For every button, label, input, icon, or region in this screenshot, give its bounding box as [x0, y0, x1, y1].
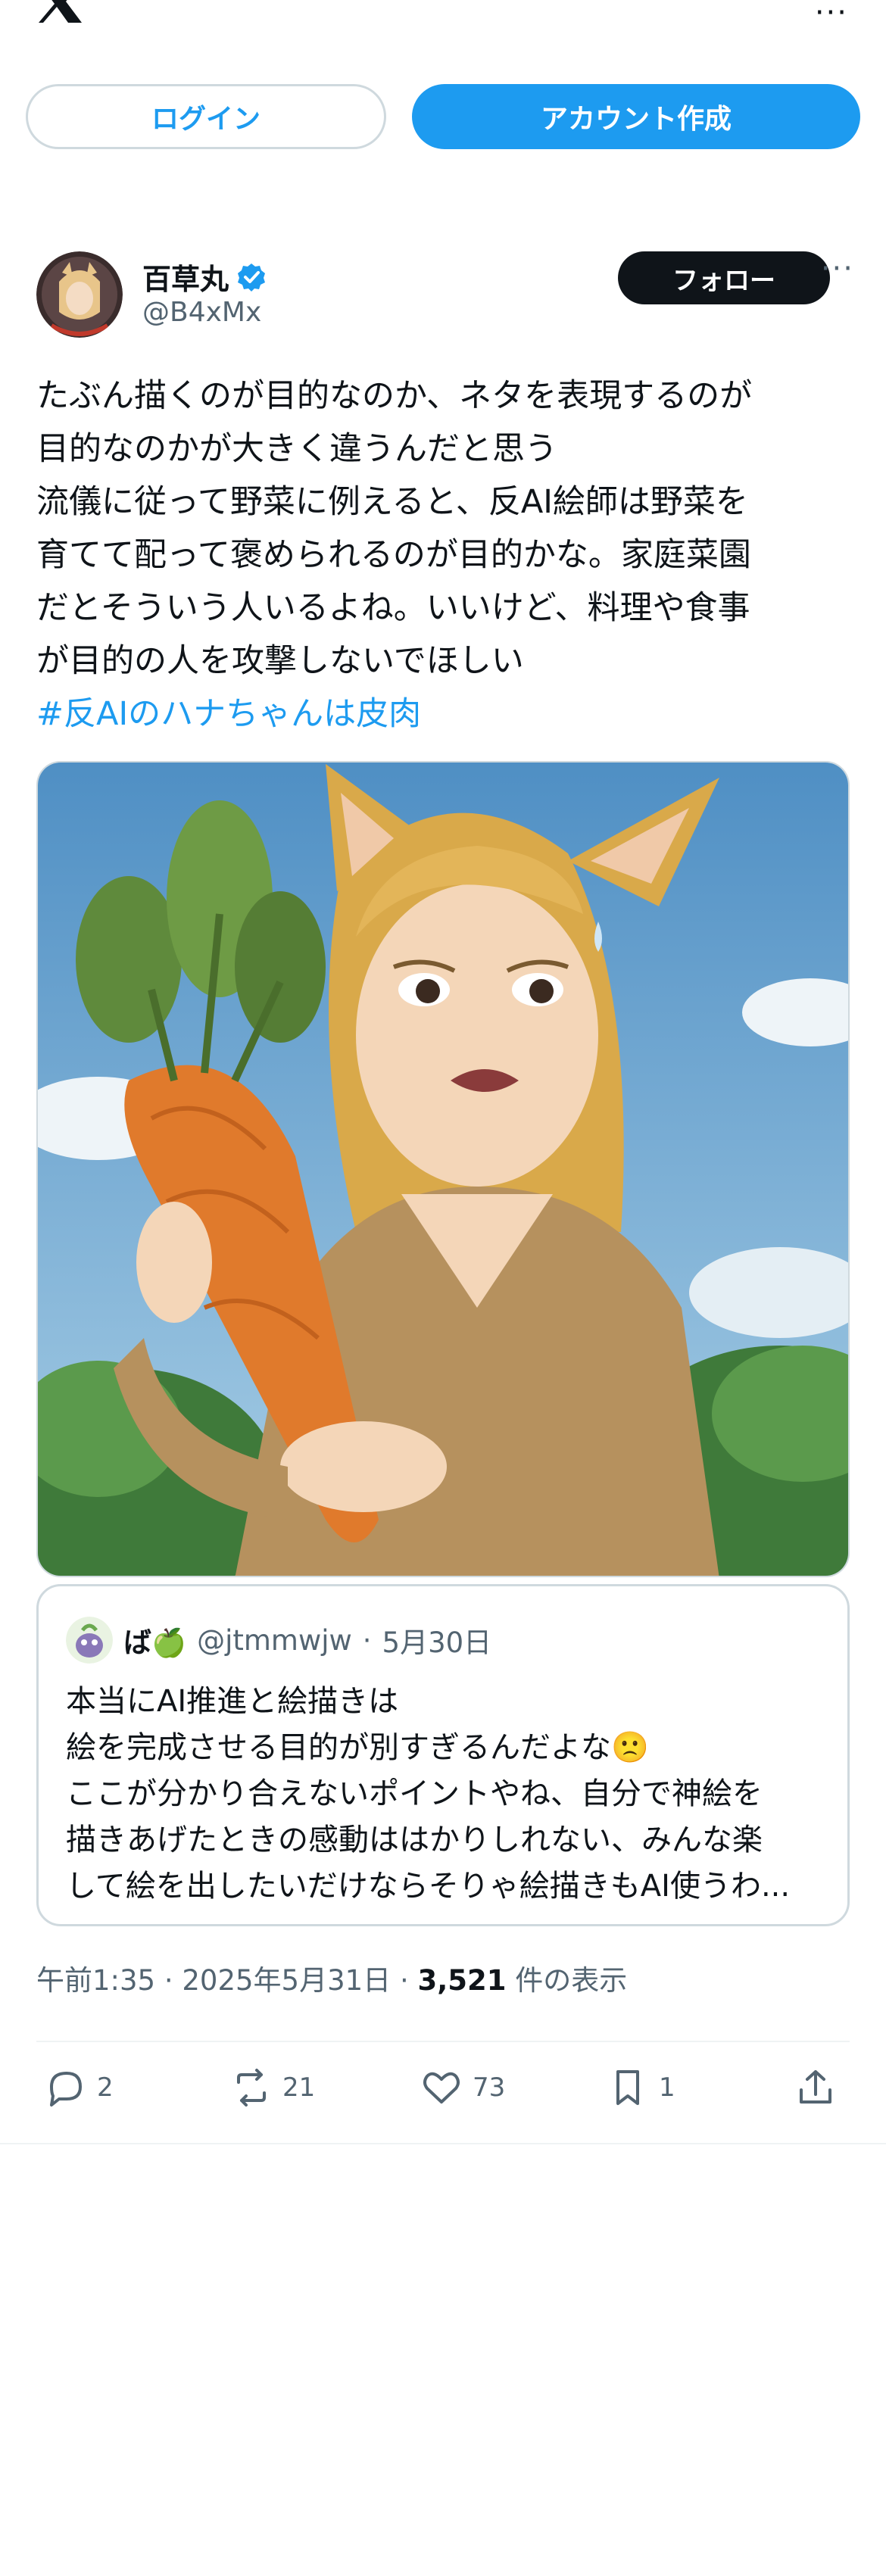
divider [0, 2143, 886, 2144]
heart-icon [423, 2072, 460, 2104]
quoted-tweet[interactable]: ば🍏 @jtmmwjw · 5月30日 本当にAI推進と絵描きは 絵を完成させる… [36, 1584, 850, 1926]
hashtag-link[interactable]: #反AIのハナちゃんは皮肉 [36, 688, 854, 741]
reply-icon [50, 2072, 82, 2107]
share-button[interactable] [794, 2066, 838, 2110]
like-button[interactable]: 73 [420, 2066, 505, 2110]
avatar[interactable] [36, 251, 123, 338]
tweet-line: 目的なのかが大きく違うんだと思う [36, 430, 557, 468]
views-count: 3,521 [417, 1964, 507, 1997]
tweet-line: 流儀に従って野菜に例えると、反AI絵師は野菜を [36, 483, 748, 521]
signup-button[interactable]: アカウント作成 [412, 84, 860, 149]
meta-dot: · [399, 1964, 409, 1997]
post-more-icon[interactable]: ··· [821, 251, 854, 286]
quoted-avatar[interactable] [66, 1617, 113, 1664]
tweet-text: たぶん描くのが目的なのか、ネタを表現するのが 目的なのかが大きく違うんだと思う … [36, 370, 854, 741]
bookmark-count: 1 [659, 2072, 675, 2103]
tweet-line: たぶん描くのが目的なのか、ネタを表現するのが [36, 377, 753, 415]
quoted-handle[interactable]: @jtmmwjw [197, 1624, 352, 1657]
quoted-text: 本当にAI推進と絵描きは 絵を完成させる目的が別すぎるんだよな🙁 ここが分かり合… [66, 1679, 831, 1910]
quoted-dot: · [362, 1623, 372, 1657]
quoted-line: して絵を出したいだけならそりゃ絵描きもAI使うわ... [66, 1869, 791, 1904]
bookmark-icon [616, 2070, 639, 2105]
quoted-line: 絵を完成させる目的が別すぎるんだよな🙁 [66, 1730, 649, 1765]
share-icon [800, 2070, 831, 2104]
post-time[interactable]: 午前1:35 [36, 1964, 155, 1997]
x-logo-icon[interactable] [36, 0, 82, 23]
more-horizontal-icon[interactable]: ··· [815, 0, 848, 30]
quoted-line: 描きあげたときの感動ははかりしれない、みんな楽 [66, 1823, 763, 1857]
login-button[interactable]: ログイン [26, 84, 386, 149]
post-meta: 午前1:35 · 2025年5月31日 · 3,521 件の表示 [36, 1957, 627, 1998]
action-bar: 2 21 73 1 [36, 2066, 850, 2119]
divider [36, 2041, 850, 2042]
reply-button[interactable]: 2 [44, 2066, 114, 2110]
post-author: 百草丸 @B4xMx フォロー ··· [36, 251, 854, 342]
tweet-line: が目的の人を攻撃しないでほしい [36, 642, 524, 680]
like-count: 73 [473, 2072, 506, 2103]
post-date[interactable]: 2025年5月31日 [182, 1964, 391, 1997]
quoted-tweet-header: ば🍏 @jtmmwjw · 5月30日 [66, 1617, 491, 1664]
top-bar: ··· [0, 0, 886, 30]
quoted-date: 5月30日 [382, 1626, 492, 1659]
follow-button[interactable]: フォロー [618, 251, 830, 304]
repost-count: 21 [282, 2072, 316, 2103]
author-name-row: 百草丸 [142, 256, 267, 298]
repost-button[interactable]: 21 [229, 2066, 315, 2110]
reply-count: 2 [97, 2072, 114, 2103]
auth-buttons: ログイン アカウント作成 [26, 84, 860, 149]
verified-badge-icon [238, 263, 266, 292]
author-handle[interactable]: @B4xMx [142, 297, 261, 328]
repost-icon [237, 2069, 266, 2107]
quoted-display-name[interactable]: ば🍏 [123, 1620, 186, 1661]
bookmark-button[interactable]: 1 [606, 2066, 675, 2110]
author-display-name[interactable]: 百草丸 [142, 256, 229, 298]
tweet-line: 育てて配って褒められるのが目的かな。家庭菜園 [36, 536, 751, 574]
quoted-line: 本当にAI推進と絵描きは [66, 1684, 399, 1719]
meta-dot: · [164, 1964, 173, 1997]
quoted-line: ここが分かり合えないポイントやね、自分で神絵を [66, 1776, 763, 1811]
tweet-line: だとそういう人いるよね。いいけど、料理や食事 [36, 589, 750, 627]
tweet-image[interactable] [36, 761, 850, 1577]
views-label: 件の表示 [515, 1964, 628, 1997]
